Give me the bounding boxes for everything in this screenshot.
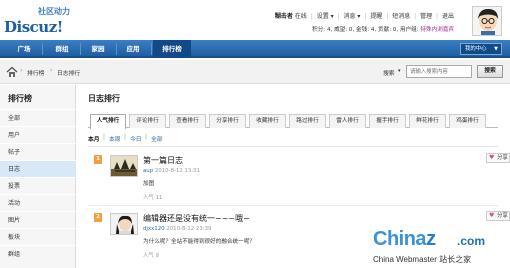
sidebar-title: 排行榜 bbox=[8, 94, 32, 103]
sidebar-item-events[interactable]: 活动 bbox=[0, 194, 76, 211]
tab-shares[interactable]: 分享排行 bbox=[209, 114, 246, 128]
rank-badge: 2 bbox=[94, 213, 102, 222]
search-button[interactable]: 搜索 bbox=[477, 65, 503, 78]
entry-thumbnail[interactable] bbox=[110, 213, 138, 235]
entry-body: 加图 bbox=[143, 181, 155, 187]
entry-title[interactable]: 第一篇日志 bbox=[143, 155, 183, 166]
nav-item-square[interactable]: 广场 bbox=[10, 40, 38, 58]
filters-divider bbox=[88, 146, 498, 147]
filter-today[interactable]: 今日 bbox=[130, 134, 142, 143]
tab-comments[interactable]: 评论排行 bbox=[129, 114, 166, 128]
tab-shocking[interactable]: 雷人排行 bbox=[329, 114, 366, 128]
avatar[interactable] bbox=[472, 6, 502, 36]
share-button[interactable]: ♥ 分享 bbox=[486, 153, 510, 163]
sidebar-item-polls[interactable]: 投票 bbox=[0, 177, 76, 194]
stats-text: 积分: 4, 威望: 0, 金钱: 4, 贡献: 0, 用户组: bbox=[312, 27, 419, 33]
breadcrumb-separator: › bbox=[50, 67, 53, 74]
tab-eggs[interactable]: 鸡蛋排行 bbox=[449, 114, 486, 128]
nav-item-apps[interactable]: 应用 bbox=[119, 40, 147, 58]
sidebar-item-users[interactable]: 用户 bbox=[0, 126, 76, 143]
sidebar-item-blogs[interactable]: 日志 bbox=[0, 160, 76, 177]
entry-date: 2010-8-12 23:39 bbox=[166, 226, 212, 232]
pm-link[interactable]: 短消息 bbox=[392, 13, 410, 20]
admin-link[interactable]: 管理 bbox=[420, 13, 432, 20]
entry-popularity: 人气 11 bbox=[143, 195, 163, 201]
breadcrumb-ranking[interactable]: 排行榜 bbox=[27, 68, 44, 77]
entry-author[interactable]: djxx120 bbox=[143, 226, 165, 232]
watermark-main: China bbox=[373, 228, 427, 250]
filter-week[interactable]: 本周 bbox=[109, 134, 121, 143]
sidebar: 排行榜 全部 用户 帖子 日志 投票 活动 图片 板块 群组 bbox=[0, 85, 76, 268]
avatar-face-icon bbox=[473, 7, 501, 35]
filter-all[interactable]: 全部 bbox=[151, 134, 163, 143]
tab-flowers[interactable]: 鲜花排行 bbox=[409, 114, 446, 128]
online-status[interactable]: 在线 bbox=[295, 13, 307, 20]
username-link[interactable]: 糊击者 bbox=[275, 13, 293, 20]
logo-brand: Discuz! bbox=[4, 18, 63, 36]
top-header: 社区动力 Discuz! 糊击者 在线 | 设置 ▾ | 消息 ▾ | 提醒 |… bbox=[0, 0, 510, 40]
watermark-logo: Chinaz bbox=[373, 228, 436, 251]
watermark-accent: z bbox=[426, 228, 436, 250]
user-stats: 积分: 4, 威望: 0, 金钱: 4, 贡献: 0, 用户组: 特殊内测嘉宾 bbox=[312, 25, 454, 33]
tab-views[interactable]: 查看排行 bbox=[169, 114, 206, 128]
share-label: 分享 bbox=[497, 155, 508, 161]
tab-handshake[interactable]: 握手排行 bbox=[369, 114, 406, 128]
my-center-label: 我的中心 bbox=[465, 46, 487, 52]
chevron-down-icon: ▼ bbox=[494, 46, 498, 52]
entry-thumbnail[interactable] bbox=[110, 155, 138, 177]
entry-meta: aup 2010-8-12 13:31 bbox=[143, 168, 200, 174]
portrait-photo-icon bbox=[111, 214, 137, 234]
sidebar-item-threads[interactable]: 帖子 bbox=[0, 143, 76, 160]
list-item: 1 第一篇日志 aup 2010-8-12 13:31 加图 人气 11 ♥ 分… bbox=[88, 153, 510, 209]
tab-favorites[interactable]: 收藏排行 bbox=[249, 114, 286, 128]
chinaz-watermark: Chinaz .com China Webmaster 站长之家 bbox=[365, 228, 510, 268]
entry-divider bbox=[88, 205, 498, 206]
watermark-subtitle: China Webmaster 站长之家 bbox=[373, 255, 472, 264]
breadcrumb-bar: › 排行榜 › 日志排行 搜索 ▾ 搜索 bbox=[0, 60, 510, 84]
breadcrumb-current: 日志排行 bbox=[57, 71, 81, 77]
my-center-dropdown[interactable]: 我的中心 ▼ bbox=[460, 43, 502, 55]
heart-icon: ♥ bbox=[489, 154, 495, 161]
sidebar-item-all[interactable]: 全部 bbox=[0, 109, 76, 126]
sidebar-item-forums[interactable]: 板块 bbox=[0, 228, 76, 245]
entry-author[interactable]: aup bbox=[143, 168, 153, 174]
tab-popularity[interactable]: 人气排行 bbox=[90, 114, 126, 129]
nav-item-groups[interactable]: 群组 bbox=[46, 40, 78, 58]
discuz-logo[interactable]: 社区动力 Discuz! bbox=[4, 6, 74, 36]
notice-link[interactable]: 提醒 bbox=[370, 13, 382, 20]
settings-link[interactable]: 设置 bbox=[317, 13, 329, 20]
main-nav: 广场 群组 家园 应用 排行榜 我的中心 ▼ bbox=[0, 40, 510, 58]
entry-meta: djxx120 2010-8-12 23:39 bbox=[143, 226, 211, 232]
sidebar-item-groups[interactable]: 群组 bbox=[0, 245, 76, 262]
landscape-photo-icon bbox=[111, 156, 137, 176]
tab-passby[interactable]: 路过排行 bbox=[289, 114, 326, 128]
rank-badge: 1 bbox=[94, 155, 102, 164]
entry-body: 为什么呢？全站不能得到很好的融合统一呢？ bbox=[143, 239, 255, 245]
sidebar-item-pictures[interactable]: 图片 bbox=[0, 211, 76, 228]
watermark-dotcom: .com bbox=[457, 234, 486, 248]
search-type-label[interactable]: 搜索 bbox=[383, 68, 395, 77]
heart-icon: ♥ bbox=[489, 212, 495, 219]
page-title: 日志排行 bbox=[88, 94, 120, 103]
nav-item-home[interactable]: 家园 bbox=[84, 40, 112, 58]
entry-date: 2010-8-12 13:31 bbox=[154, 168, 201, 174]
share-label: 分享 bbox=[497, 213, 508, 219]
home-icon[interactable] bbox=[6, 66, 18, 78]
nav-item-ranking[interactable]: 排行榜 bbox=[153, 40, 191, 58]
filter-month[interactable]: 本月 bbox=[88, 134, 100, 143]
ranking-tabs: 人气排行 评论排行 查看排行 分享排行 收藏排行 路过排行 雷人排行 握手排行 … bbox=[88, 112, 498, 129]
usergroup-link[interactable]: 特殊内测嘉宾 bbox=[420, 27, 454, 33]
entry-popularity: 人气 9 bbox=[143, 253, 159, 259]
breadcrumb-separator: › bbox=[20, 67, 23, 74]
share-button[interactable]: ♥ 分享 bbox=[486, 211, 510, 221]
chevron-down-icon[interactable]: ▾ bbox=[398, 68, 401, 74]
user-bar: 糊击者 在线 | 设置 ▾ | 消息 ▾ | 提醒 | 短消息 | 管理 | 退… bbox=[274, 13, 454, 20]
messages-link[interactable]: 消息 bbox=[344, 13, 356, 20]
search-input[interactable] bbox=[406, 65, 472, 78]
entry-title[interactable]: 编辑器还是没有统一~~~哦~ bbox=[143, 213, 250, 224]
logo-slogan: 社区动力 bbox=[38, 7, 70, 16]
logout-link[interactable]: 退出 bbox=[442, 13, 454, 20]
